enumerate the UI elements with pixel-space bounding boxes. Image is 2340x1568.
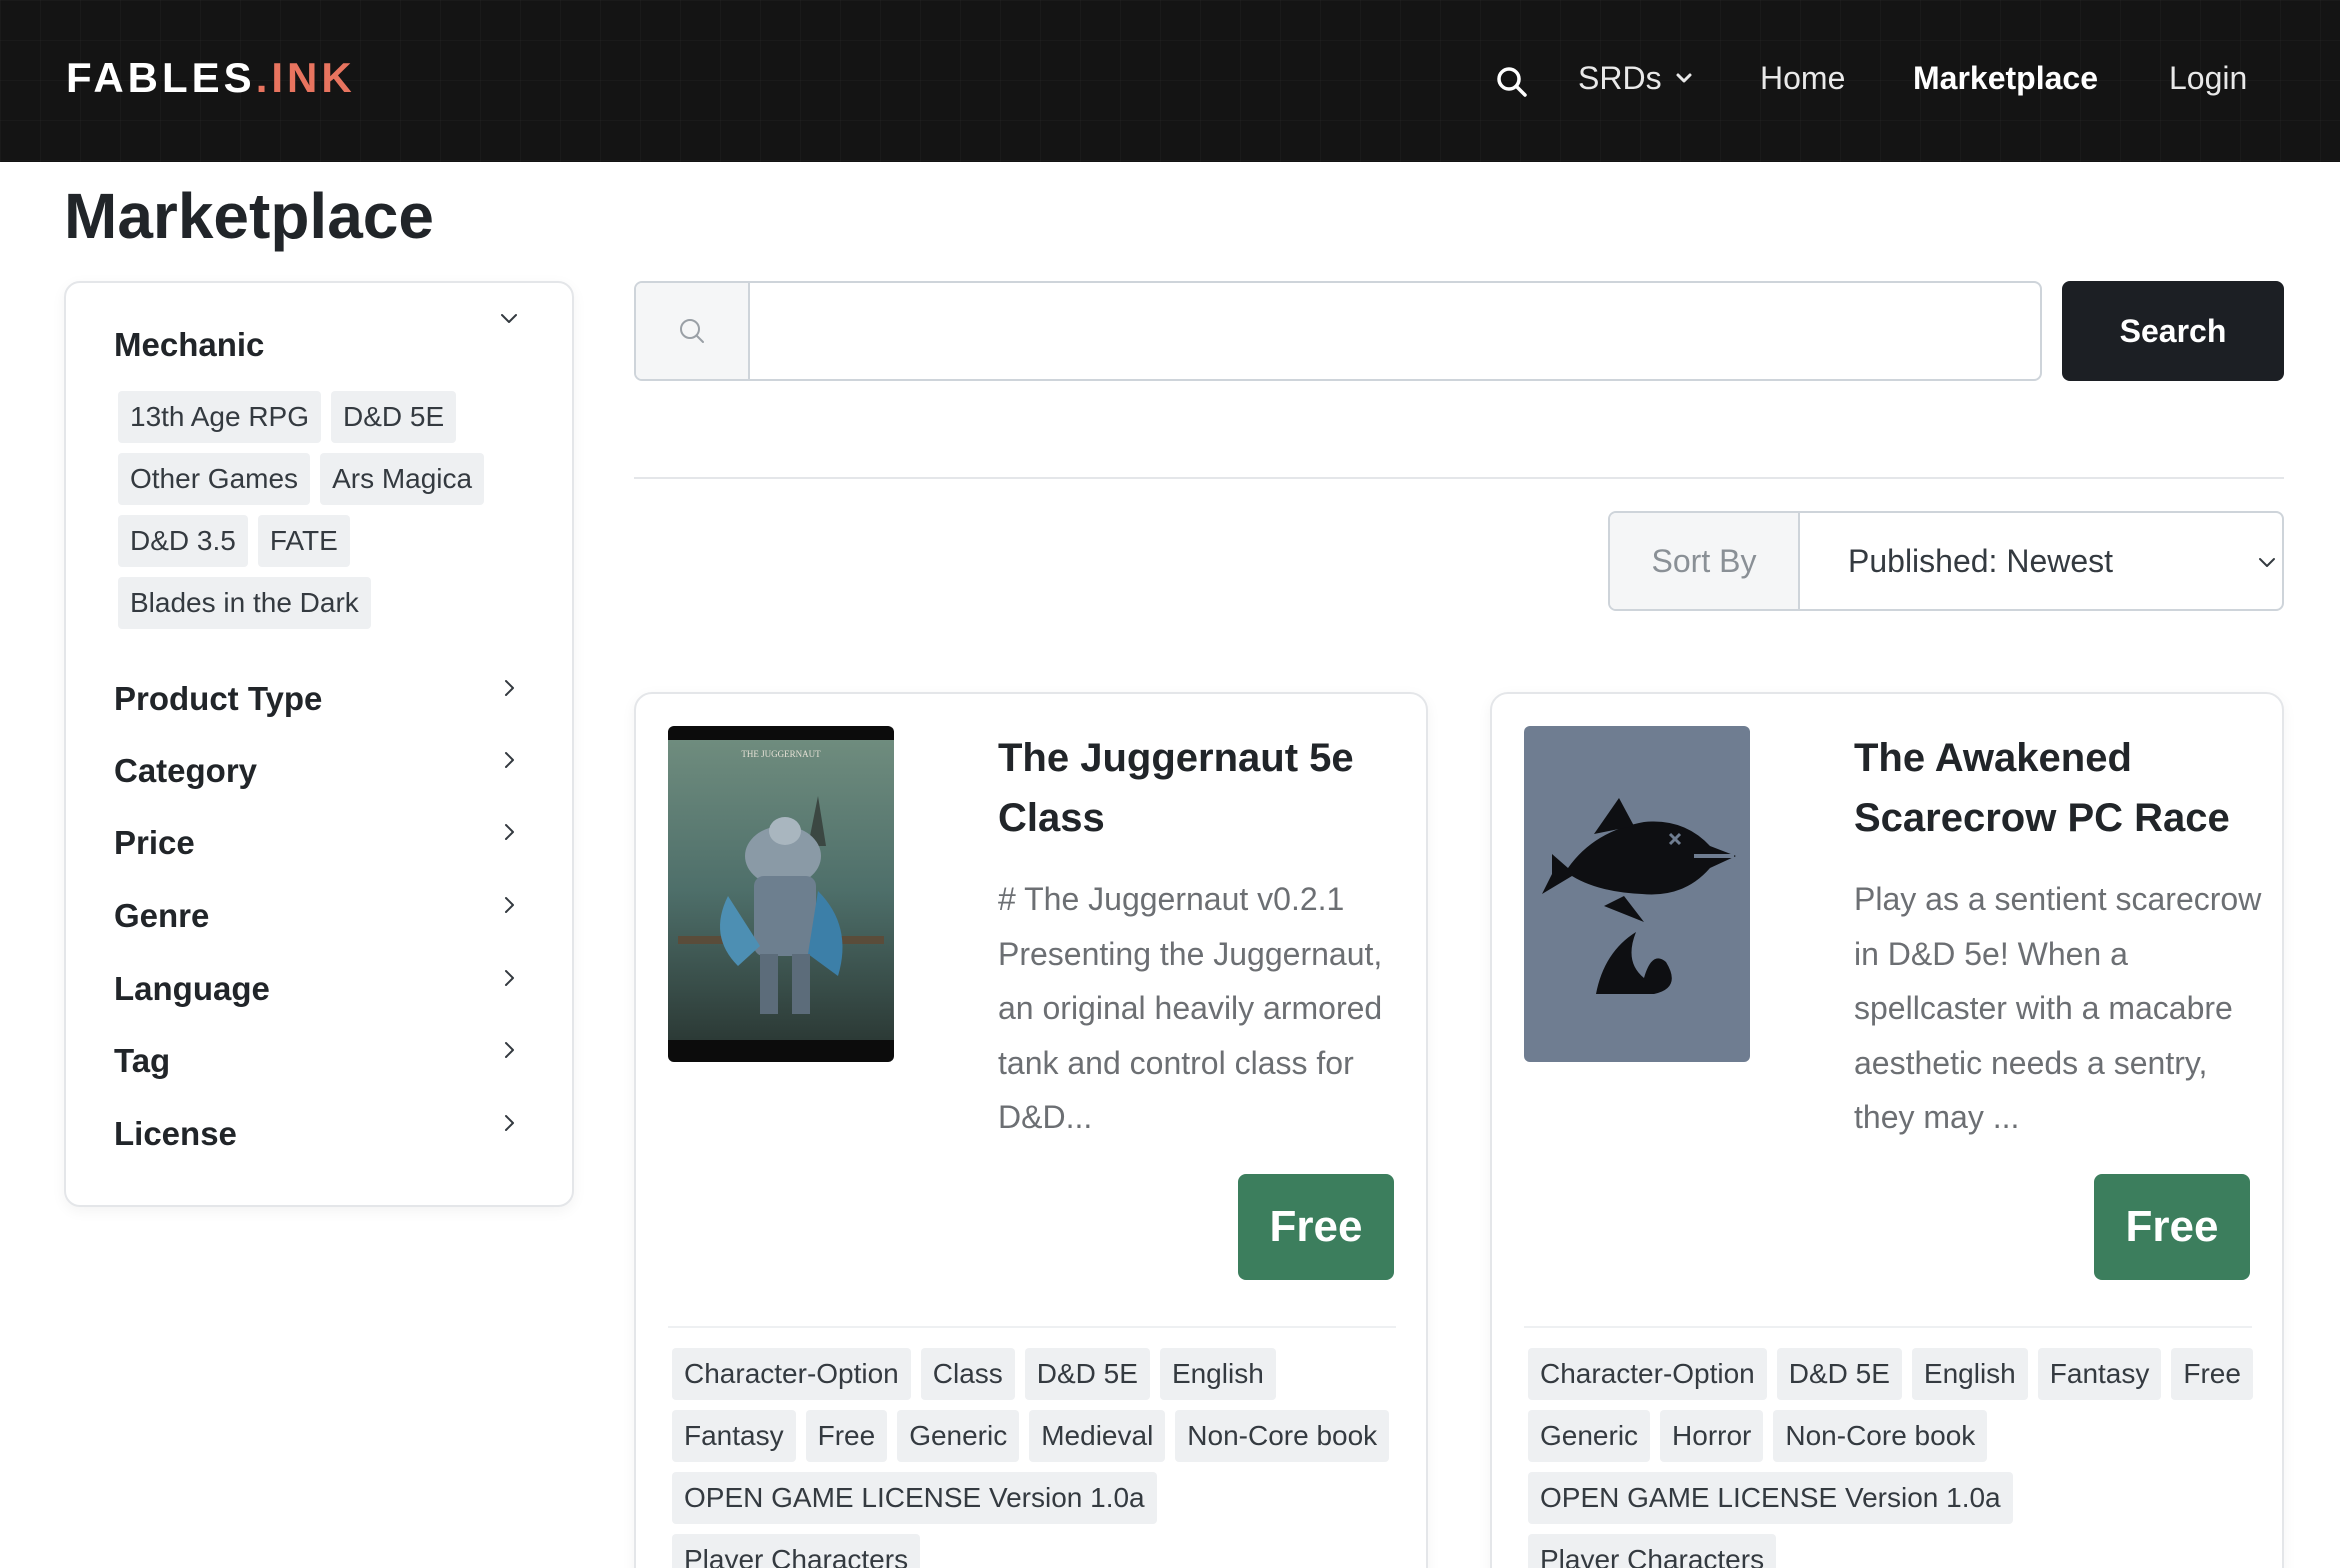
sort-select-value[interactable]: Published: Newest: [1848, 513, 2113, 609]
nav-srds-dropdown[interactable]: SRDs: [1578, 56, 1694, 100]
search-bar: [634, 281, 2042, 381]
product-tag[interactable]: English: [1159, 1348, 1276, 1400]
facet-genre-header[interactable]: Genre: [114, 894, 209, 938]
product-title[interactable]: The Awakened Scarecrow PC Race: [1854, 728, 2254, 848]
product-tag-list: Character-Option Class D&D 5E English Fa…: [672, 1348, 1402, 1568]
filter-chip[interactable]: D&D 5E: [331, 391, 457, 443]
product-tag-list: Character-Option D&D 5E English Fantasy …: [1528, 1348, 2258, 1568]
cover-title-text: THE JUGGERNAUT: [741, 749, 821, 759]
chevron-right-icon[interactable]: [498, 749, 520, 771]
filter-chip[interactable]: 13th Age RPG: [118, 391, 322, 443]
filter-chip[interactable]: Blades in the Dark: [118, 577, 371, 629]
filter-chip[interactable]: Ars Magica: [320, 453, 485, 505]
facet-tag-header[interactable]: Tag: [114, 1039, 170, 1083]
top-navbar: FABLES.INK SRDs Home Marketplace Login: [0, 0, 2340, 162]
product-tag[interactable]: Player Characters: [1528, 1534, 1777, 1568]
nav-login-link[interactable]: Login: [2169, 56, 2247, 100]
price-button[interactable]: Free: [2094, 1174, 2250, 1280]
product-tag[interactable]: OPEN GAME LICENSE Version 1.0a: [672, 1472, 1157, 1524]
search-button[interactable]: Search: [2062, 281, 2284, 381]
facet-product-type-header[interactable]: Product Type: [114, 677, 322, 721]
product-tag[interactable]: Character-Option: [1528, 1348, 1767, 1400]
filter-sidebar: Mechanic 13th Age RPG D&D 5E Other Games…: [64, 281, 574, 1207]
section-divider: [634, 477, 2284, 479]
product-description: # The Juggernaut v0.2.1 Presenting the J…: [998, 881, 1383, 1135]
product-title[interactable]: The Juggernaut 5e Class: [998, 728, 1398, 848]
chevron-right-icon[interactable]: [498, 967, 520, 989]
brand-accent: .INK: [255, 54, 356, 101]
product-tag[interactable]: Medieval: [1029, 1410, 1166, 1462]
filter-chip[interactable]: Other Games: [118, 453, 311, 505]
chevron-down-icon: [1676, 73, 1692, 83]
search-icon[interactable]: [1494, 64, 1530, 100]
facet-mechanic-header[interactable]: Mechanic: [114, 323, 264, 367]
facet-price-header[interactable]: Price: [114, 821, 195, 865]
product-tag[interactable]: English: [1911, 1348, 2028, 1400]
sort-by-label: Sort By: [1610, 513, 1800, 609]
nav-marketplace-link[interactable]: Marketplace: [1913, 56, 2098, 100]
product-tag[interactable]: Horror: [1660, 1410, 1764, 1462]
chevron-down-icon[interactable]: [498, 307, 520, 329]
page-title: Marketplace: [64, 180, 434, 252]
price-button[interactable]: Free: [1238, 1174, 1394, 1280]
sort-select-group[interactable]: Sort By Published: Newest: [1608, 511, 2284, 611]
brand-logo[interactable]: FABLES.INK: [66, 50, 356, 106]
chevron-right-icon[interactable]: [498, 894, 520, 916]
product-tag[interactable]: Free: [2171, 1348, 2253, 1400]
product-tag[interactable]: Character-Option: [672, 1348, 911, 1400]
mechanic-chip-list: 13th Age RPG D&D 5E Other Games Ars Magi…: [118, 391, 528, 629]
nav-home-link[interactable]: Home: [1760, 56, 1845, 100]
product-cover-image[interactable]: THE JUGGERNAUT: [668, 726, 894, 1062]
chevron-right-icon[interactable]: [498, 821, 520, 843]
product-card[interactable]: THE JUGGERNAUT The Juggernaut 5e Class #…: [634, 692, 1428, 1568]
product-card[interactable]: The Awakened Scarecrow PC Race Play as a…: [1490, 692, 2284, 1568]
chevron-right-icon[interactable]: [498, 677, 520, 699]
filter-chip[interactable]: D&D 3.5: [118, 515, 248, 567]
chevron-right-icon[interactable]: [498, 1039, 520, 1061]
facet-license-header[interactable]: License: [114, 1112, 237, 1156]
product-cover-image[interactable]: [1524, 726, 1750, 1062]
facet-language-header[interactable]: Language: [114, 967, 270, 1011]
product-tag[interactable]: Non-Core book: [1773, 1410, 1988, 1462]
product-tag[interactable]: Player Characters: [672, 1534, 921, 1568]
product-tag[interactable]: Non-Core book: [1175, 1410, 1390, 1462]
brand-main: FABLES: [66, 54, 256, 101]
product-tag[interactable]: Class: [920, 1348, 1015, 1400]
card-divider: [668, 1326, 1396, 1328]
product-description: Play as a sentient scarecrow in D&D 5e! …: [1854, 881, 2262, 1135]
chevron-right-icon[interactable]: [498, 1112, 520, 1134]
product-tag[interactable]: D&D 5E: [1024, 1348, 1150, 1400]
facet-category-header[interactable]: Category: [114, 749, 257, 793]
filter-chip[interactable]: FATE: [257, 515, 350, 567]
chevron-down-icon: [2259, 558, 2275, 567]
search-icon: [636, 283, 750, 379]
product-tag[interactable]: OPEN GAME LICENSE Version 1.0a: [1528, 1472, 2013, 1524]
product-tag[interactable]: Generic: [897, 1410, 1020, 1462]
search-input[interactable]: [752, 283, 2040, 379]
product-tag[interactable]: Free: [805, 1410, 888, 1462]
card-divider: [1524, 1326, 2252, 1328]
product-tag[interactable]: D&D 5E: [1776, 1348, 1902, 1400]
product-tag[interactable]: Fantasy: [672, 1410, 796, 1462]
product-tag[interactable]: Generic: [1528, 1410, 1651, 1462]
nav-srds-label: SRDs: [1578, 60, 1662, 96]
product-tag[interactable]: Fantasy: [2037, 1348, 2162, 1400]
